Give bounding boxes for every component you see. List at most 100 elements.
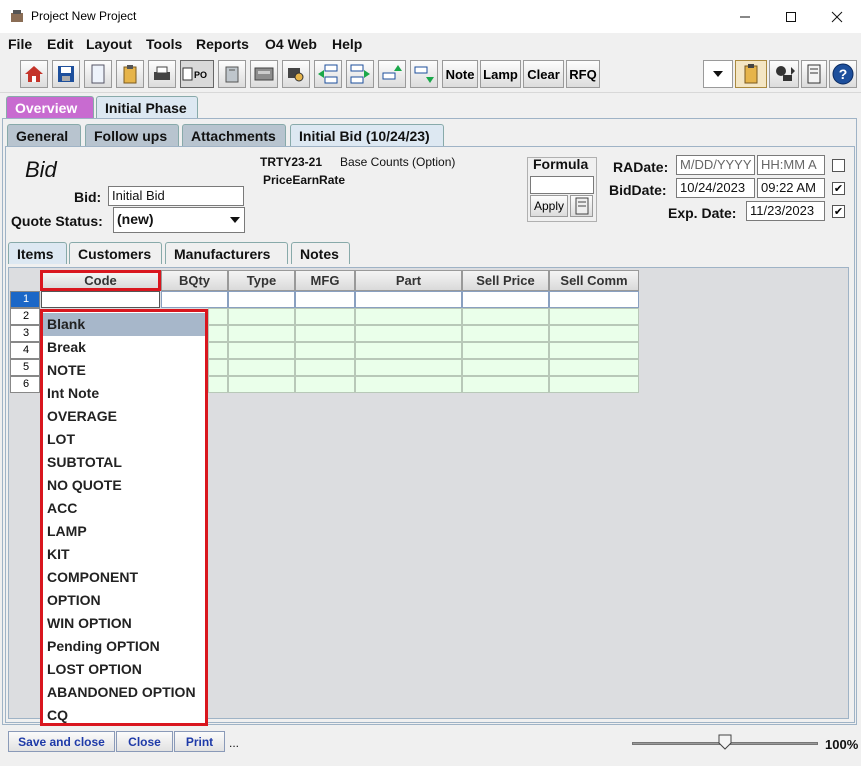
calculator-button[interactable] (250, 60, 278, 88)
transfer-button[interactable] (769, 60, 799, 88)
clear-button[interactable]: Clear (523, 60, 564, 88)
row-number[interactable]: 4 (10, 342, 40, 359)
bid-name-field[interactable]: Initial Bid (108, 186, 244, 206)
close-window-button[interactable] (814, 0, 860, 33)
maximize-button[interactable] (768, 0, 814, 33)
help-button[interactable]: ? (829, 60, 857, 88)
table-cell[interactable] (228, 376, 295, 393)
radate-time-field[interactable]: HH:MM A (757, 155, 825, 175)
table-cell[interactable] (208, 308, 228, 325)
column-code[interactable]: Code (40, 270, 161, 291)
menu-file[interactable]: File (8, 36, 32, 52)
row-number[interactable]: 5 (10, 359, 40, 376)
code-option-no-quote[interactable]: NO QUOTE (43, 474, 205, 497)
code-option-lamp[interactable]: LAMP (43, 520, 205, 543)
biddate-checkbox[interactable]: ✔ (832, 182, 845, 195)
code-option-acc[interactable]: ACC (43, 497, 205, 520)
code-option-int-note[interactable]: Int Note (43, 382, 205, 405)
formula-book-button[interactable] (570, 195, 593, 217)
table-cell[interactable] (295, 359, 355, 376)
table-cell[interactable] (208, 376, 228, 393)
clipboard-button[interactable] (116, 60, 144, 88)
code-option-overage[interactable]: OVERAGE (43, 405, 205, 428)
table-cell[interactable] (228, 291, 295, 308)
print-bottom-button[interactable]: Print (174, 731, 225, 752)
tab-customers[interactable]: Customers (69, 242, 162, 264)
purchase-order-button[interactable]: PO (180, 60, 214, 88)
move-down-button[interactable] (410, 60, 438, 88)
table-cell[interactable] (549, 291, 639, 308)
tab-follow-ups[interactable]: Follow ups (85, 124, 179, 146)
tab-overview[interactable]: Overview (6, 96, 94, 118)
table-cell[interactable] (549, 376, 639, 393)
tab-items[interactable]: Items (8, 242, 67, 264)
menu-o4web[interactable]: O4 Web (265, 36, 317, 52)
code-option-break[interactable]: Break (43, 336, 205, 359)
table-cell[interactable] (295, 376, 355, 393)
table-cell[interactable] (228, 308, 295, 325)
menu-tools[interactable]: Tools (146, 36, 182, 52)
apply-button[interactable]: Apply (530, 195, 568, 217)
table-cell[interactable] (549, 359, 639, 376)
menu-reports[interactable]: Reports (196, 36, 249, 52)
lamp-button[interactable]: Lamp (480, 60, 521, 88)
column-mfg[interactable]: MFG (295, 270, 355, 291)
radate-checkbox[interactable] (832, 159, 845, 172)
table-cell[interactable] (295, 325, 355, 342)
code-option-lost-option[interactable]: LOST OPTION (43, 658, 205, 681)
biddate-time-field[interactable]: 09:22 AM (757, 178, 825, 198)
clipboard-tool-button[interactable] (735, 60, 767, 88)
row-number[interactable]: 6 (10, 376, 40, 393)
home-button[interactable] (20, 60, 48, 88)
note-button[interactable]: Note (442, 60, 478, 88)
biddate-date-field[interactable]: 10/24/2023 (676, 178, 755, 198)
table-cell[interactable] (228, 325, 295, 342)
row-number[interactable]: 2 (10, 308, 40, 325)
radate-date-field[interactable]: M/DD/YYYY (676, 155, 755, 175)
column-part[interactable]: Part (355, 270, 462, 291)
tab-attachments[interactable]: Attachments (182, 124, 286, 146)
code-option-note[interactable]: NOTE (43, 359, 205, 382)
save-and-close-button[interactable]: Save and close (8, 731, 115, 752)
move-right-button[interactable] (346, 60, 374, 88)
zoom-slider-thumb[interactable] (718, 734, 732, 750)
table-cell[interactable] (462, 359, 549, 376)
menu-edit[interactable]: Edit (47, 36, 73, 52)
table-cell[interactable] (462, 376, 549, 393)
expdate-checkbox[interactable]: ✔ (832, 205, 845, 218)
menu-help[interactable]: Help (332, 36, 362, 52)
code-option-win-option[interactable]: WIN OPTION (43, 612, 205, 635)
code-option-lot[interactable]: LOT (43, 428, 205, 451)
menu-layout[interactable]: Layout (86, 36, 132, 52)
filter-button[interactable] (218, 60, 246, 88)
table-cell[interactable] (549, 342, 639, 359)
table-cell[interactable] (355, 376, 462, 393)
table-cell[interactable] (549, 325, 639, 342)
close-button[interactable]: Close (116, 731, 173, 752)
table-cell[interactable] (295, 291, 355, 308)
table-cell[interactable] (208, 325, 228, 342)
code-option-pending-option[interactable]: Pending OPTION (43, 635, 205, 658)
code-option-blank[interactable]: Blank (43, 313, 205, 336)
expdate-field[interactable]: 11/23/2023 (746, 201, 825, 221)
table-cell[interactable] (462, 308, 549, 325)
document-button[interactable] (84, 60, 112, 88)
rfq-button[interactable]: RFQ (566, 60, 600, 88)
save-button[interactable] (52, 60, 80, 88)
column-type[interactable]: Type (228, 270, 295, 291)
move-up-button[interactable] (378, 60, 406, 88)
table-cell[interactable] (549, 308, 639, 325)
move-left-button[interactable] (314, 60, 342, 88)
table-cell[interactable] (295, 342, 355, 359)
lookup-button[interactable] (282, 60, 310, 88)
table-cell[interactable] (228, 342, 295, 359)
table-cell[interactable] (355, 342, 462, 359)
code-option-cq[interactable]: CQ (43, 704, 205, 727)
table-cell[interactable] (295, 308, 355, 325)
code-cell-editor[interactable] (41, 291, 160, 308)
code-option-abandoned-option[interactable]: ABANDONED OPTION (43, 681, 205, 704)
tab-initial-phase[interactable]: Initial Phase (96, 96, 198, 118)
table-cell[interactable] (228, 359, 295, 376)
table-cell[interactable] (208, 359, 228, 376)
code-option-kit[interactable]: KIT (43, 543, 205, 566)
